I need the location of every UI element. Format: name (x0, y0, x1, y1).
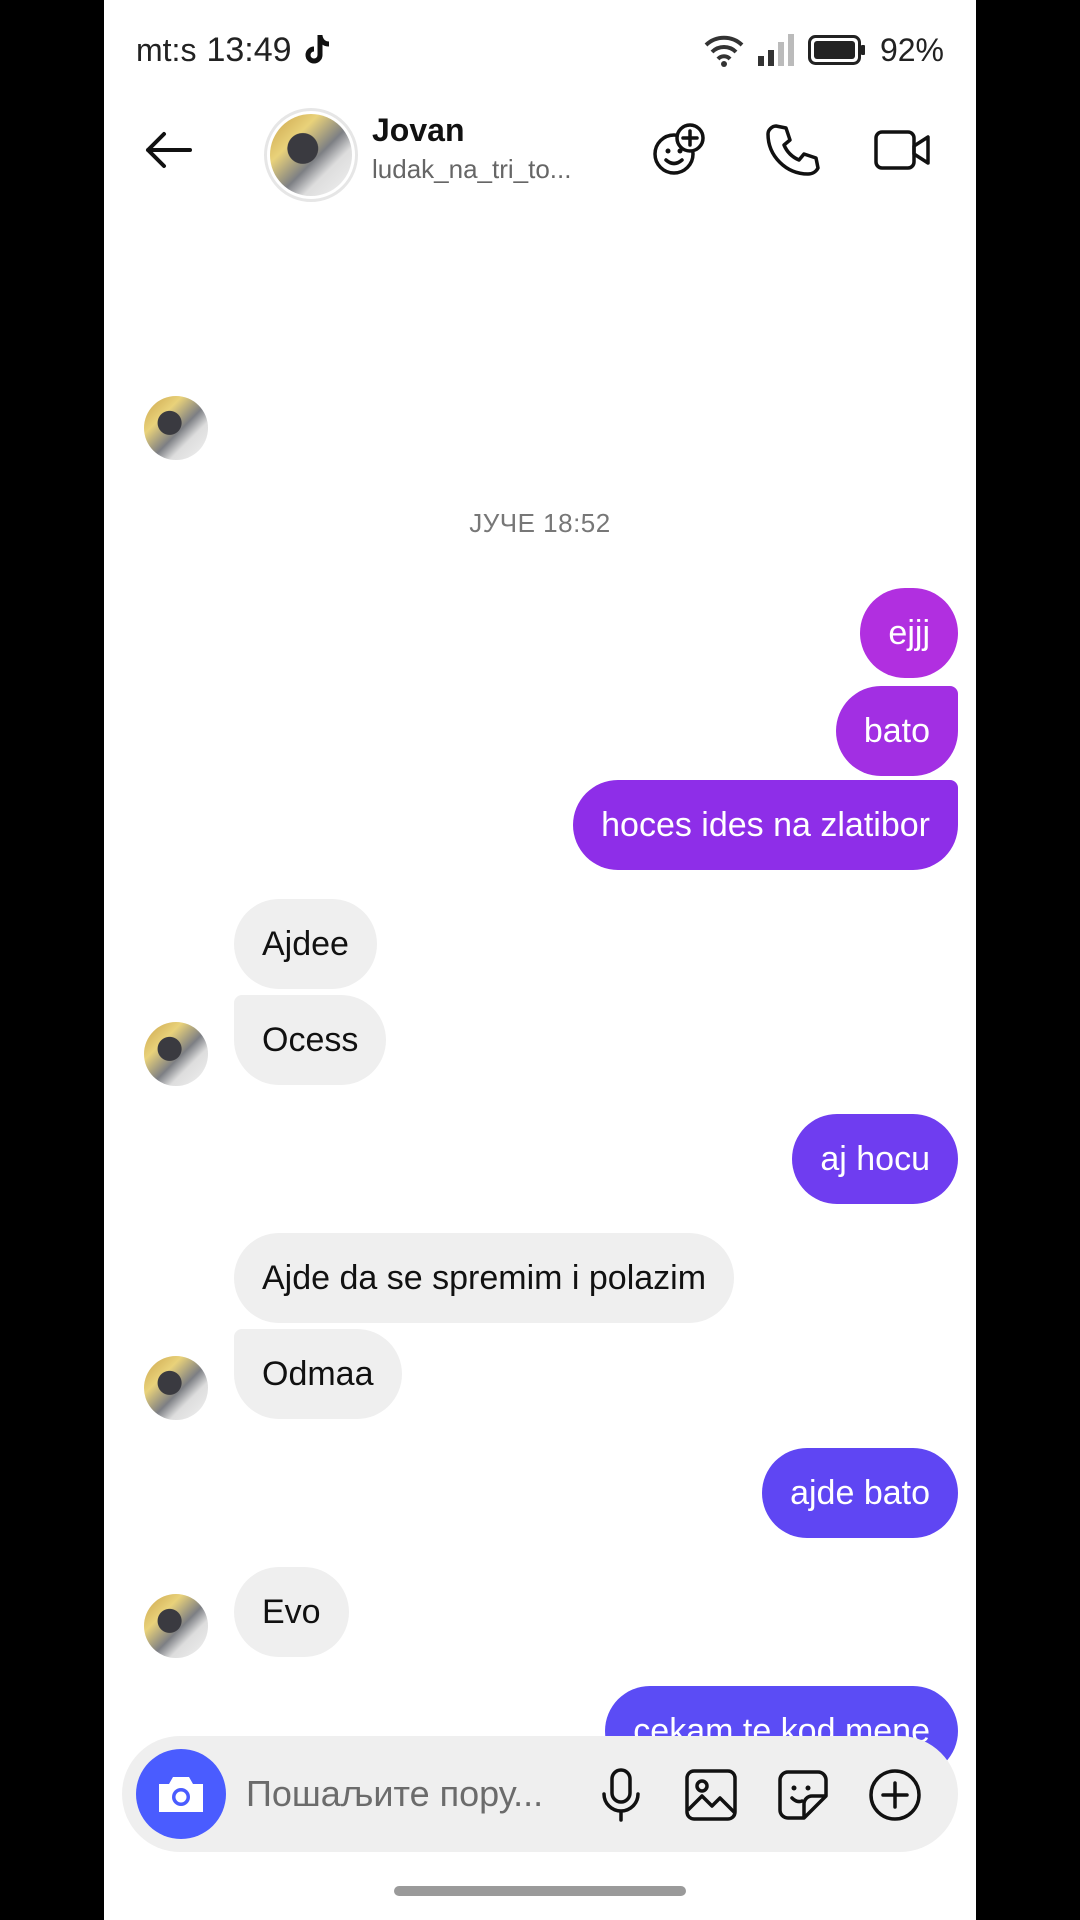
outgoing-message[interactable]: hoces ides na zlatibor (573, 780, 958, 870)
plus-circle-icon[interactable] (866, 1766, 924, 1824)
camera-button[interactable] (136, 1749, 226, 1839)
contact-name[interactable]: Jovan (372, 112, 464, 149)
chat-header: Jovan ludak_na_tri_to... (104, 100, 976, 202)
status-bar: mt:s 13:49 92% (136, 28, 944, 72)
outgoing-message[interactable]: bato (835, 686, 958, 776)
sender-avatar[interactable] (144, 1356, 208, 1420)
status-right: 92% (704, 32, 944, 69)
sender-avatar[interactable] (144, 1594, 208, 1658)
incoming-message[interactable]: Ajde da se spremim i polazim (234, 1233, 735, 1323)
battery-icon (807, 35, 865, 65)
camera-icon (159, 1777, 203, 1812)
gallery-icon[interactable] (682, 1766, 740, 1824)
signal-icon (757, 34, 794, 66)
add-people-icon[interactable] (650, 120, 710, 180)
battery-percent: 92% (879, 31, 944, 68)
home-indicator[interactable] (394, 1886, 686, 1896)
back-arrow-icon[interactable] (140, 122, 196, 178)
message-input[interactable] (244, 1760, 578, 1828)
microphone-icon[interactable] (592, 1766, 650, 1824)
sender-avatar[interactable] (144, 396, 208, 460)
incoming-message[interactable]: Odmaa (234, 1329, 402, 1419)
sticker-icon[interactable] (774, 1766, 832, 1824)
outgoing-message[interactable]: ejjj (860, 588, 958, 678)
tiktok-icon (305, 35, 329, 64)
video-icon[interactable] (872, 120, 932, 180)
screen: mt:s 13:49 92% Jovan ludak_na_tri_to... … (104, 0, 976, 1920)
day-timestamp: ЈУЧЕ 18:52 (469, 508, 611, 538)
phone-icon[interactable] (762, 120, 822, 180)
incoming-message[interactable]: Evo (234, 1567, 349, 1657)
outgoing-message[interactable]: ajde bato (762, 1448, 958, 1538)
sender-avatar[interactable] (144, 1022, 208, 1086)
message-composer (122, 1736, 958, 1852)
clock: 13:49 (206, 30, 292, 69)
contact-avatar[interactable] (264, 108, 358, 202)
outgoing-message[interactable]: aj hocu (792, 1114, 958, 1204)
incoming-message[interactable]: Ajdee (234, 899, 377, 989)
avatar-image (270, 114, 352, 196)
contact-username[interactable]: ludak_na_tri_to... (372, 154, 582, 185)
wifi-icon (704, 35, 744, 67)
carrier-label: mt:s (136, 31, 197, 68)
incoming-message[interactable]: Ocess (234, 995, 387, 1085)
